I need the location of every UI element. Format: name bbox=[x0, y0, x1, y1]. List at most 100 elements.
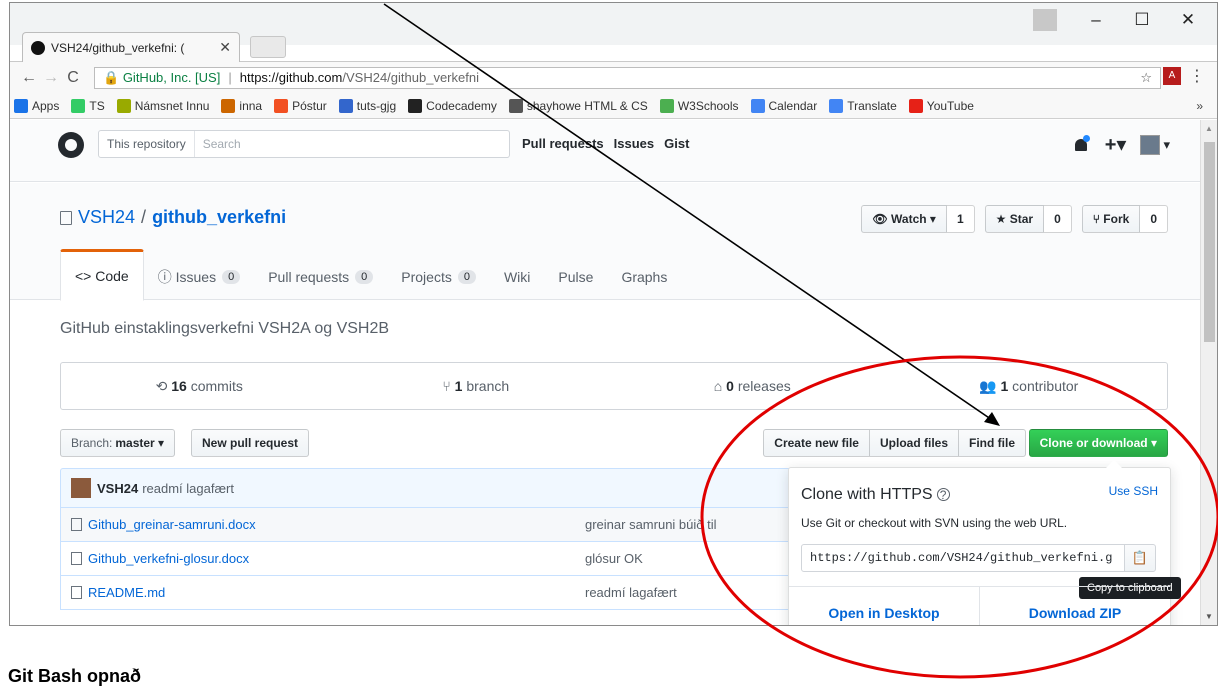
tab-issues[interactable]: ⓘ Issues 0 bbox=[144, 253, 254, 301]
releases-link[interactable]: ⌂ 0 releases bbox=[614, 378, 891, 394]
use-ssh-link[interactable]: Use SSH bbox=[1109, 484, 1158, 498]
file-commit-message[interactable]: glósur OK bbox=[585, 551, 643, 566]
repo-name-link[interactable]: github_verkefni bbox=[152, 207, 286, 228]
file-actions: Create new file Upload files Find file bbox=[763, 429, 1026, 457]
bookmark-youtube[interactable]: YouTube bbox=[908, 98, 974, 113]
tab-counter: 0 bbox=[355, 270, 374, 284]
search-input[interactable]: Search bbox=[195, 137, 241, 151]
bookmark-label: YouTube bbox=[926, 98, 974, 113]
scroll-thumb[interactable] bbox=[1204, 142, 1215, 342]
minimize-button[interactable]: – bbox=[1073, 10, 1119, 30]
reload-button[interactable]: C bbox=[62, 69, 84, 87]
bookmark-w3[interactable]: W3Schools bbox=[659, 98, 739, 113]
upload-files-button[interactable]: Upload files bbox=[868, 429, 959, 457]
pdf-extension-icon[interactable]: A bbox=[1163, 67, 1181, 85]
w3-icon bbox=[659, 98, 674, 113]
bookmark-ts[interactable]: TS bbox=[71, 98, 105, 113]
commit-author[interactable]: VSH24 bbox=[97, 481, 138, 496]
repo-owner-link[interactable]: VSH24 bbox=[78, 207, 135, 228]
tab-label: Pulse bbox=[558, 269, 594, 285]
file-icon bbox=[71, 518, 82, 531]
bookmark-innu[interactable]: Námsnet Innu bbox=[116, 98, 209, 113]
bookmark-code[interactable]: shayhowe HTML & CS bbox=[508, 98, 648, 113]
tab-counter: 0 bbox=[222, 270, 241, 284]
file-name-link[interactable]: README.md bbox=[88, 585, 585, 600]
clipboard-icon[interactable]: 📋 bbox=[1124, 544, 1156, 572]
repo-summary: ⟲ 16 commits ⑂ 1 branch ⌂ 0 releases 👥 1… bbox=[60, 362, 1168, 410]
file-name-link[interactable]: Github_greinar-samruni.docx bbox=[88, 517, 585, 532]
vertical-scrollbar[interactable]: ▲ ▼ bbox=[1200, 120, 1217, 625]
bookmark-star-icon[interactable]: ☆ bbox=[1140, 70, 1152, 86]
forward-button[interactable]: → bbox=[40, 69, 62, 87]
create-file-button[interactable]: Create new file bbox=[763, 429, 870, 457]
scroll-up-icon[interactable]: ▲ bbox=[1205, 124, 1213, 133]
back-button[interactable]: ← bbox=[18, 69, 40, 87]
new-pull-request-button[interactable]: New pull request bbox=[191, 429, 310, 457]
windows-icon bbox=[274, 98, 289, 113]
help-icon[interactable]: ? bbox=[936, 488, 950, 501]
nav-gist[interactable]: Gist bbox=[664, 136, 689, 151]
notification-bell-icon[interactable] bbox=[1073, 134, 1091, 155]
branches-link[interactable]: ⑂ 1 branch bbox=[338, 378, 615, 394]
tab-projects[interactable]: Projects 0 bbox=[387, 253, 490, 301]
repo-header: VSH24 / github_verkefni 👁 Watch ▾ 1 ★ St… bbox=[10, 183, 1200, 301]
browser-tab[interactable]: VSH24/github_verkefni: ( ✕ bbox=[22, 32, 240, 62]
tab-graphs[interactable]: Graphs bbox=[607, 253, 681, 301]
clone-or-download-button[interactable]: Clone or download ▾ bbox=[1028, 429, 1168, 457]
branch-select-button[interactable]: Branch: master ▾ bbox=[60, 429, 176, 457]
profile-icon[interactable] bbox=[1033, 9, 1057, 31]
file-commit-message[interactable]: readmí lagafært bbox=[585, 585, 677, 600]
bookmarks-overflow-icon[interactable]: » bbox=[1196, 99, 1203, 113]
bookmark-label: shayhowe HTML & CS bbox=[526, 98, 648, 113]
create-new-menu[interactable]: +▾ bbox=[1105, 132, 1127, 157]
tab-close-icon[interactable]: ✕ bbox=[219, 39, 231, 56]
star-button[interactable]: ★ Star bbox=[984, 205, 1045, 233]
fork-button[interactable]: ⑂ Fork bbox=[1081, 205, 1141, 233]
clone-url-input[interactable]: https://github.com/VSH24/github_verkefni… bbox=[801, 544, 1125, 572]
open-in-desktop-button[interactable]: Open in Desktop bbox=[789, 587, 980, 625]
bookmark-apps[interactable]: Apps bbox=[14, 98, 60, 113]
search-box[interactable]: This repository Search bbox=[98, 130, 510, 158]
github-logo-icon[interactable] bbox=[58, 132, 84, 158]
browser-toolbar: ← → C 🔒 GitHub, Inc. [US] | https://gith… bbox=[10, 61, 1217, 93]
file-commit-message[interactable]: greinar samruni búið til bbox=[585, 517, 717, 532]
tab-wiki[interactable]: Wiki bbox=[490, 253, 544, 301]
nav-issues[interactable]: Issues bbox=[614, 136, 654, 151]
browser-menu-icon[interactable]: ⋮ bbox=[1189, 66, 1205, 86]
user-menu[interactable]: ▾ bbox=[1140, 134, 1170, 155]
maximize-button[interactable]: ☐ bbox=[1119, 10, 1165, 30]
watch-control: 👁 Watch ▾ 1 bbox=[861, 205, 975, 233]
star-count[interactable]: 0 bbox=[1044, 205, 1072, 233]
file-name-link[interactable]: Github_verkefni-glosur.docx bbox=[88, 551, 585, 566]
watch-count[interactable]: 1 bbox=[946, 205, 975, 233]
code-icon bbox=[508, 98, 523, 113]
watch-button[interactable]: 👁 Watch ▾ bbox=[861, 205, 947, 233]
commit-message[interactable]: readmí lagafært bbox=[142, 481, 234, 496]
fork-count[interactable]: 0 bbox=[1140, 205, 1168, 233]
bookmark-tuts[interactable]: tuts-gjg bbox=[338, 98, 396, 113]
contributors-link[interactable]: 👥 1 contributor bbox=[891, 378, 1168, 395]
scroll-down-icon[interactable]: ▼ bbox=[1205, 612, 1213, 621]
innu-icon bbox=[116, 98, 131, 113]
nav-pull-requests[interactable]: Pull requests bbox=[522, 136, 604, 151]
find-file-button[interactable]: Find file bbox=[958, 429, 1026, 457]
bookmark-translate[interactable]: Translate bbox=[829, 98, 897, 113]
tab-label: Graphs bbox=[621, 269, 668, 285]
tab-label: Projects bbox=[401, 269, 452, 285]
apps-icon bbox=[14, 98, 28, 113]
close-window-button[interactable]: ✕ bbox=[1165, 10, 1211, 30]
bookmark-codecademy[interactable]: Codecademy bbox=[408, 98, 497, 113]
fork-control: ⑂ Fork 0 bbox=[1081, 205, 1168, 233]
file-icon bbox=[71, 586, 82, 599]
bookmark-google[interactable]: Calendar bbox=[750, 98, 817, 113]
bookmark-inna[interactable]: inna bbox=[221, 98, 262, 113]
tab-code[interactable]: <> Code bbox=[60, 249, 144, 301]
bookmark-label: Apps bbox=[32, 98, 60, 113]
address-bar[interactable]: 🔒 GitHub, Inc. [US] | https://github.com… bbox=[94, 66, 1161, 89]
tab-pulse[interactable]: Pulse bbox=[544, 253, 607, 301]
bookmark-windows[interactable]: Póstur bbox=[274, 98, 327, 113]
download-zip-button[interactable]: Download ZIP bbox=[980, 587, 1170, 625]
tab-pull-requests[interactable]: Pull requests 0 bbox=[254, 253, 387, 301]
new-tab-button[interactable] bbox=[250, 36, 286, 58]
commits-link[interactable]: ⟲ 16 commits bbox=[61, 378, 338, 395]
